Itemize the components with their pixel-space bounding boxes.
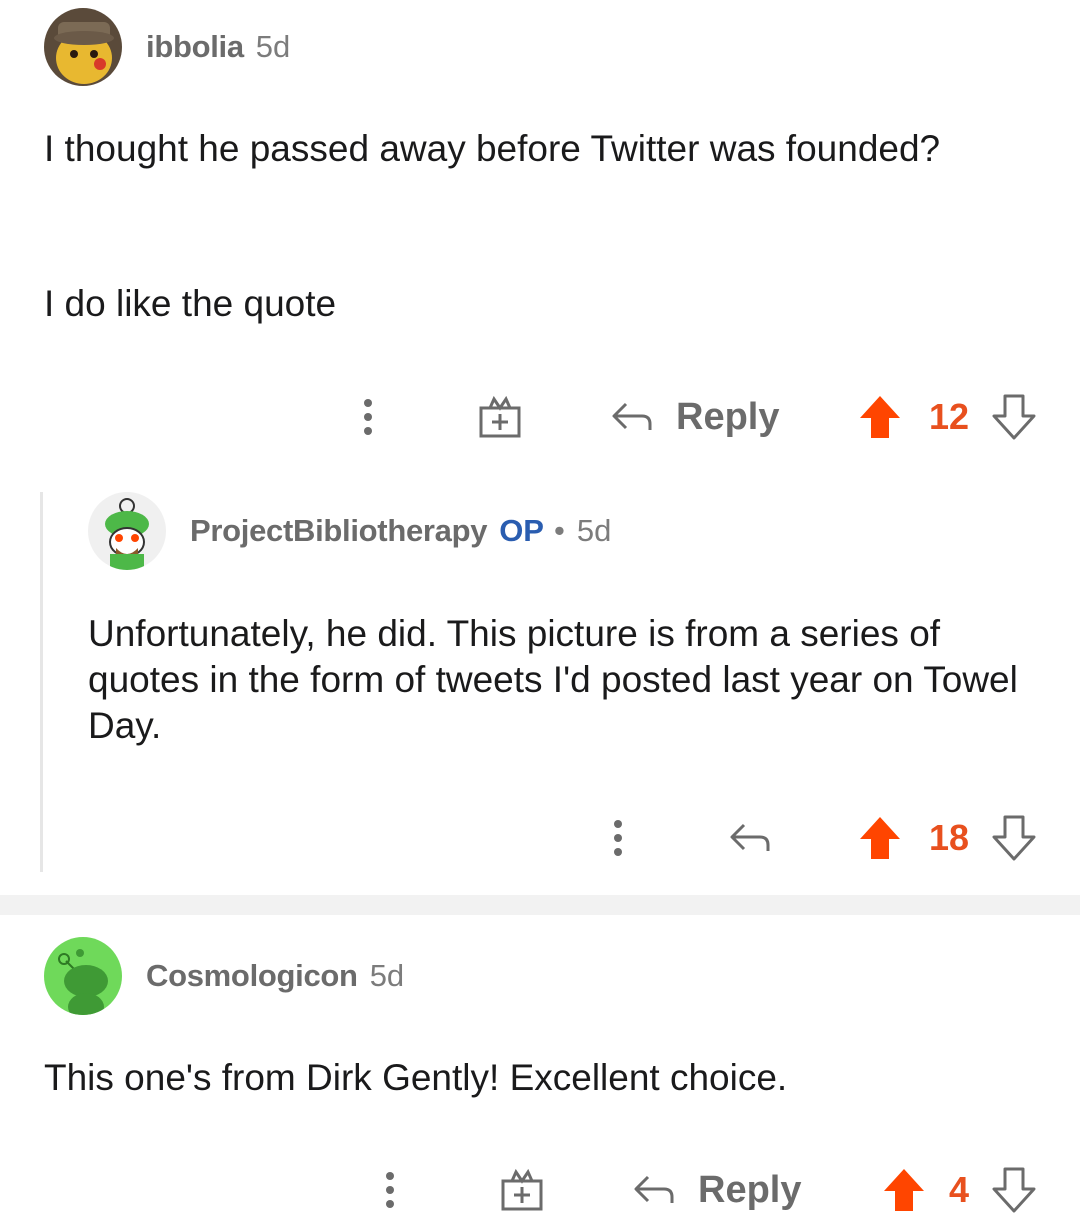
more-options-icon[interactable] (603, 808, 633, 868)
op-badge: OP (499, 513, 544, 548)
downvote-icon[interactable] (992, 808, 1036, 868)
reply-button[interactable] (728, 808, 772, 868)
vote-score: 12 (928, 396, 970, 437)
comment-header: Cosmologicon 5d (44, 937, 404, 1015)
vote-score: 18 (928, 817, 970, 858)
more-options-icon[interactable] (375, 1160, 405, 1220)
downvote-icon[interactable] (992, 1160, 1036, 1220)
more-options-icon[interactable] (353, 387, 383, 447)
avatar[interactable] (88, 492, 166, 570)
comment-age: 5d (369, 958, 405, 993)
comment-paragraph: I do like the quote (44, 283, 337, 324)
reply-arrow-icon (634, 1175, 674, 1203)
upvote-icon[interactable] (882, 1160, 926, 1220)
downvote-icon[interactable] (992, 387, 1036, 447)
award-icon[interactable] (498, 1160, 546, 1220)
reply-button[interactable]: Reply (610, 387, 779, 447)
avatar[interactable] (44, 8, 122, 86)
username[interactable]: Cosmologicon (146, 958, 358, 994)
reply-button[interactable]: Reply (632, 1160, 801, 1220)
comment-actions: Reply 12 (0, 387, 1080, 447)
comment-separator (0, 895, 1080, 915)
comment-actions: Reply 4 (0, 1160, 1080, 1220)
upvote-icon[interactable] (858, 387, 902, 447)
username[interactable]: ProjectBibliotherapy (190, 513, 487, 549)
reply-label: Reply (698, 1168, 802, 1211)
username[interactable]: ibbolia (146, 29, 244, 65)
comment-paragraph: This one's from Dirk Gently! Excellent c… (44, 1057, 788, 1098)
reply-arrow-icon (612, 402, 652, 430)
comment-age: 5d (255, 29, 291, 64)
comment-actions: 18 (0, 808, 1080, 868)
comment-age: 5d (576, 513, 612, 548)
upvote-icon[interactable] (858, 808, 902, 868)
comment-header: ibbolia 5d (44, 8, 290, 86)
comment-paragraph: I thought he passed away before Twitter … (44, 128, 941, 169)
separator-dot: • (553, 513, 565, 548)
reply-arrow-icon (730, 823, 770, 851)
avatar[interactable] (44, 937, 122, 1015)
comment-header: ProjectBibliotherapy OP • 5d (88, 492, 611, 570)
award-icon[interactable] (476, 387, 524, 447)
vote-score: 4 (948, 1169, 970, 1210)
comment-paragraph: Unfortunately, he did. This picture is f… (88, 613, 1018, 746)
reply-label: Reply (676, 395, 780, 438)
